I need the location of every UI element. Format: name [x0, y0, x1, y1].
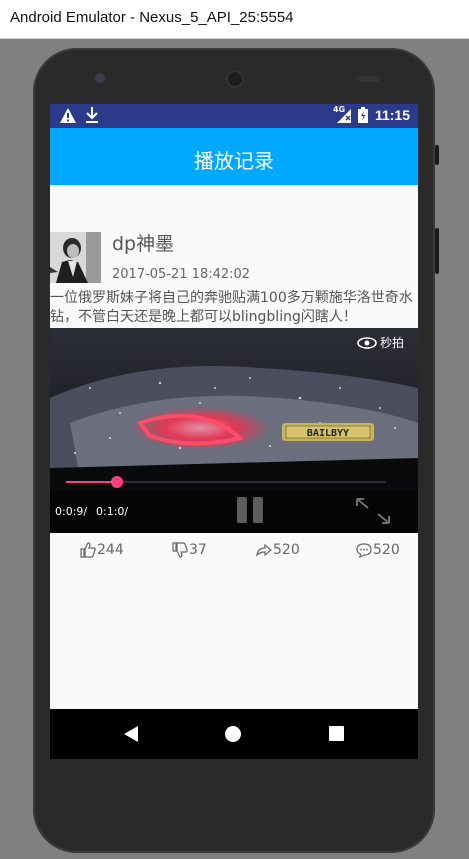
earpiece-speaker — [226, 70, 244, 88]
front-camera — [95, 73, 105, 83]
avatar[interactable] — [50, 232, 101, 283]
video-player[interactable]: BAILBYY 秒拍 0:0:9/ 0:1:0/ — [50, 328, 418, 533]
post-actions: 244 37 520 520 — [50, 535, 418, 565]
warning-icon — [60, 107, 76, 123]
back-icon[interactable] — [123, 726, 139, 742]
license-plate: BAILBYY — [307, 428, 349, 439]
post-content: 一位俄罗斯妹子将自己的奔驰贴满100多万颗施华洛世奇水钻，不管白天还是晚上都可以… — [50, 290, 413, 325]
window-title: Android Emulator - Nexus_5_API_25:5554 — [10, 9, 294, 26]
pause-icon — [237, 497, 247, 523]
video-total-time: 0:1:0/ — [96, 505, 129, 518]
comment-count: 520 — [373, 542, 400, 558]
thumbs-up-icon — [80, 542, 96, 558]
signal-icon — [336, 109, 351, 123]
comment-icon — [356, 543, 372, 558]
watermark-text: 秒拍 — [379, 336, 404, 350]
share-count: 520 — [273, 542, 300, 558]
video-current-time: 0:0:9/ — [55, 505, 88, 518]
dislike-count: 37 — [189, 542, 207, 558]
share-icon — [256, 543, 272, 557]
video-frame[interactable]: BAILBYY — [50, 328, 418, 490]
device-screen: 4G 11:15 播放记录 dp神墨 2017-05-21 18:42:02 一… — [50, 104, 418, 759]
watermark: 秒拍 — [357, 334, 404, 351]
proximity-sensor — [358, 76, 380, 82]
video-progress-bar[interactable] — [66, 476, 386, 488]
username[interactable]: dp神墨 — [112, 229, 174, 256]
post-timestamp: 2017-05-21 18:42:02 — [112, 267, 251, 282]
dislike-button[interactable]: 37 — [172, 542, 207, 558]
like-count: 244 — [97, 542, 124, 558]
like-button[interactable]: 244 — [80, 542, 124, 558]
home-icon[interactable] — [225, 726, 241, 742]
pause-button[interactable] — [237, 497, 265, 523]
comment-button[interactable]: 520 — [356, 542, 400, 558]
video-progress-fill — [66, 481, 118, 483]
battery-icon — [357, 107, 368, 123]
navigation-bar — [50, 709, 418, 759]
window-titlebar: Android Emulator - Nexus_5_API_25:5554 — [0, 0, 469, 39]
download-icon — [86, 107, 98, 123]
power-button[interactable] — [435, 145, 439, 165]
fullscreen-icon[interactable] — [354, 496, 392, 526]
page-title: 播放记录 — [194, 149, 274, 173]
status-bar: 4G 11:15 — [50, 104, 418, 128]
eye-icon — [357, 336, 377, 349]
thumbs-down-icon — [172, 542, 188, 558]
recent-apps-icon[interactable] — [329, 726, 344, 741]
status-time: 11:15 — [374, 107, 410, 123]
app-bar: 播放记录 — [50, 128, 418, 185]
share-button[interactable]: 520 — [256, 542, 300, 558]
volume-button[interactable] — [435, 228, 439, 274]
